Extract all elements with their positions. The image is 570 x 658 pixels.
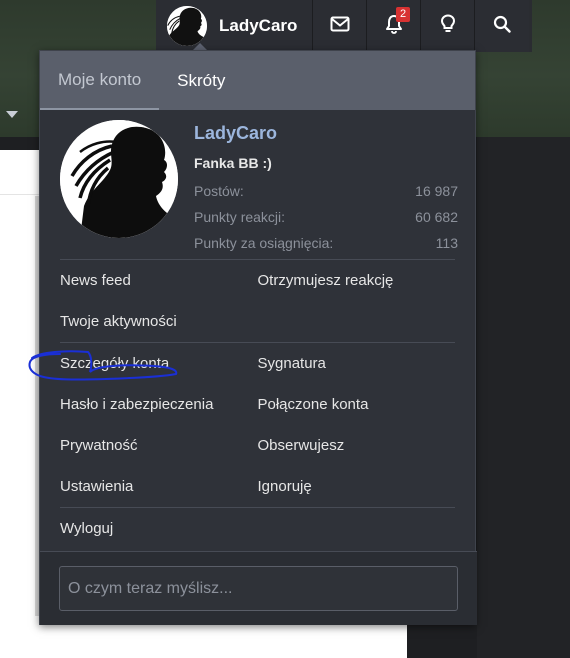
stat-row: Postów: 16 987 [194,178,458,204]
stat-value: 60 682 [415,209,458,225]
menu-row: Szczegóły konta Sygnatura [60,343,455,384]
menu-row: Prywatność Obserwujesz [60,425,455,466]
conversations-button[interactable] [313,0,367,52]
collapse-arrow-icon[interactable] [6,111,18,118]
following-link[interactable]: Obserwujesz [258,437,456,454]
top-navbar: LadyCaro 2 [156,0,532,52]
avatar [167,6,207,46]
page-sidebar-area [477,137,570,658]
stat-row: Punkty reakcji: 60 682 [194,204,458,230]
menu-row: Twoje aktywności [60,301,455,342]
tab-shortcuts[interactable]: Skróty [159,51,243,110]
stat-row: Punkty za osiągnięcia: 113 [194,230,458,256]
menu-tabs: Moje konto Skróty [40,51,475,110]
connected-accounts-link[interactable]: Połączone konta [258,396,456,413]
account-menu-toggle[interactable]: LadyCaro [156,0,313,52]
reactions-received-link[interactable]: Otrzymujesz reakcję [258,272,456,289]
menu-row: News feed Otrzymujesz reakcję [60,260,455,301]
notification-badge: 2 [396,7,410,22]
status-update-input[interactable] [59,566,458,611]
whats-new-button[interactable] [421,0,475,52]
envelope-icon [330,16,350,37]
user-stats: Postów: 16 987 Punkty reakcji: 60 682 Pu… [194,178,458,256]
account-dropdown-menu: Moje konto Skróty LadyCaro Fanka BB :) P… [39,50,477,625]
search-button[interactable] [475,0,529,52]
status-update-area [40,551,477,625]
stat-label: Postów: [194,183,244,199]
account-links: News feed Otrzymujesz reakcję Twoje akty… [60,260,455,549]
privacy-link[interactable]: Prywatność [60,437,258,454]
stat-label: Punkty reakcji: [194,209,286,225]
stat-value: 16 987 [415,183,458,199]
lightbulb-icon [440,13,456,39]
profile-username[interactable]: LadyCaro [194,123,277,144]
user-title: Fanka BB :) [194,155,272,171]
your-activity-link[interactable]: Twoje aktywności [60,313,278,330]
settings-link[interactable]: Ustawienia [60,478,258,495]
profile-summary: LadyCaro Fanka BB :) Postów: 16 987 Punk… [60,110,458,260]
tab-my-account[interactable]: Moje konto [40,51,160,110]
alerts-button[interactable]: 2 [367,0,421,52]
ignoring-link[interactable]: Ignoruję [258,478,456,495]
stat-value: 113 [435,235,458,251]
logout-link[interactable]: Wyloguj [60,520,278,537]
stat-label: Punkty za osiągnięcia: [194,235,334,251]
password-security-link[interactable]: Hasło i zabezpieczenia [60,396,258,413]
menu-row: Hasło i zabezpieczenia Połączone konta [60,384,455,425]
profile-avatar[interactable] [60,120,178,238]
search-icon [493,15,511,38]
account-details-link[interactable]: Szczegóły konta [60,355,258,372]
page-content-strip [0,150,40,195]
signature-link[interactable]: Sygnatura [258,355,456,372]
menu-row: Ustawienia Ignoruję [60,466,455,507]
navbar-username: LadyCaro [219,16,298,35]
menu-row: Wyloguj [60,508,455,549]
news-feed-link[interactable]: News feed [60,272,258,289]
